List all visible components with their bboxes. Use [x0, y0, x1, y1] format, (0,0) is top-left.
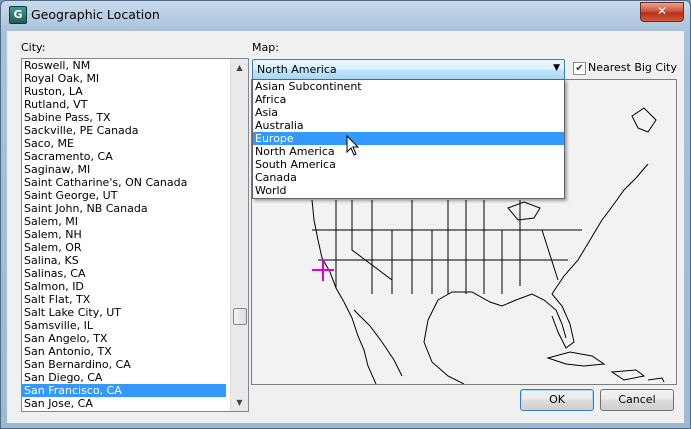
city-list-item[interactable]: Salem, NH	[22, 228, 226, 241]
city-list-item[interactable]: Sabine Pass, TX	[22, 111, 226, 124]
scroll-up-arrow-icon[interactable]: ▲	[231, 59, 248, 76]
city-list-item[interactable]: Roswell, NM	[22, 59, 226, 72]
great-lakes-outline	[507, 201, 541, 221]
florida-outline	[551, 293, 575, 349]
city-list-item[interactable]: Sackville, PE Canada	[22, 124, 226, 137]
cancel-button[interactable]: Cancel	[600, 389, 674, 411]
city-items: Roswell, NM Royal Oak, MI Ruston, LA Rutlan…	[22, 59, 248, 410]
city-list-item[interactable]: Royal Oak, MI	[22, 72, 226, 85]
map-option[interactable]: South America	[253, 158, 564, 171]
city-list-item[interactable]: San Francisco, CA	[22, 384, 226, 397]
scrollbar-thumb[interactable]	[233, 308, 247, 325]
mexico-gulf-outline	[423, 299, 465, 384]
city-list-item[interactable]: Salinas, CA	[22, 267, 226, 280]
nova-scotia-outline	[631, 107, 657, 133]
map-option[interactable]: Asian Subcontinent	[253, 80, 564, 93]
nearest-big-city-checkbox[interactable]: ✔	[573, 62, 586, 75]
nearest-big-city-label[interactable]: Nearest Big City	[588, 61, 677, 74]
city-list-item[interactable]: Saint Catharine's, ON Canada	[22, 176, 226, 189]
scroll-down-arrow-icon[interactable]: ▼	[231, 394, 248, 411]
ok-button[interactable]: OK	[520, 389, 594, 411]
city-list-item[interactable]: Salina, KS	[22, 254, 226, 267]
map-dropdown-list[interactable]: Asian Subcontinent Africa Asia Australia Eur…	[252, 79, 565, 199]
city-list-item[interactable]: Salmon, ID	[22, 280, 226, 293]
city-list-item[interactable]: Sacramento, CA	[22, 150, 226, 163]
city-list-item[interactable]: Saginaw, MI	[22, 163, 226, 176]
city-list-item[interactable]: Samsville, IL	[22, 319, 226, 332]
baja-outline	[343, 301, 377, 384]
window-title: Geographic Location	[31, 7, 160, 22]
location-marker	[312, 259, 334, 281]
map-option[interactable]: Africa	[253, 93, 564, 106]
dialog-client: City: Map: Roswell, NM Royal Oak, MI Rusto…	[7, 31, 684, 423]
map-option[interactable]: World	[253, 184, 564, 197]
city-list[interactable]: Roswell, NM Royal Oak, MI Ruston, LA Rutlan…	[21, 58, 249, 412]
map-option[interactable]: Australia	[253, 119, 564, 132]
state-borders-vertical	[335, 200, 521, 294]
city-list-item[interactable]: San Angelo, TX	[22, 332, 226, 345]
geographic-location-window: G Geographic Location ✕ City: Map: Roswe…	[0, 0, 691, 429]
map-label: Map:	[252, 41, 279, 54]
hispaniola-outline	[610, 369, 646, 381]
east-coast-outline	[551, 163, 649, 295]
city-list-item[interactable]: San Antonio, TX	[22, 345, 226, 358]
city-list-item[interactable]: Saint George, UT	[22, 189, 226, 202]
cuba-outline	[546, 351, 606, 367]
city-list-item[interactable]: Rutland, VT	[22, 98, 226, 111]
map-option[interactable]: Europe	[253, 132, 564, 145]
city-label: City:	[21, 41, 46, 54]
city-list-scrollbar[interactable]: ▲ ▼	[230, 59, 248, 411]
map-option[interactable]: Asia	[253, 106, 564, 119]
state-borders-extra	[351, 200, 559, 294]
app-icon: G	[9, 6, 27, 24]
city-list-item[interactable]: Ruston, LA	[22, 85, 226, 98]
mouse-cursor-icon	[346, 135, 360, 156]
close-button[interactable]: ✕	[640, 2, 684, 22]
map-select[interactable]: North America ▼	[252, 59, 565, 80]
city-list-item[interactable]: Saco, ME	[22, 137, 226, 150]
map-select-value: North America	[257, 63, 337, 76]
map-dropdown-items: Asian Subcontinent Africa Asia Australia Eur…	[253, 80, 564, 197]
title-bar[interactable]: G Geographic Location ✕	[1, 1, 690, 29]
city-list-item[interactable]: Salt Lake City, UT	[22, 306, 226, 319]
city-list-item[interactable]: Salt Flat, TX	[22, 293, 226, 306]
city-list-item[interactable]: San Diego, CA	[22, 371, 226, 384]
city-list-item[interactable]: Saint John, NB Canada	[22, 202, 226, 215]
map-option[interactable]: Canada	[253, 171, 564, 184]
city-list-item[interactable]: Salem, OR	[22, 241, 226, 254]
gulf-coast-outline	[437, 291, 567, 339]
map-option[interactable]: North America	[253, 145, 564, 158]
city-list-item[interactable]: San Jose, CA	[22, 397, 226, 410]
city-list-item[interactable]: Salem, MI	[22, 215, 226, 228]
puerto-rico-outline	[647, 377, 665, 383]
chevron-down-icon[interactable]: ▼	[553, 63, 560, 73]
city-list-item[interactable]: San Bernardino, CA	[22, 358, 226, 371]
west-coast-outline	[311, 199, 345, 303]
